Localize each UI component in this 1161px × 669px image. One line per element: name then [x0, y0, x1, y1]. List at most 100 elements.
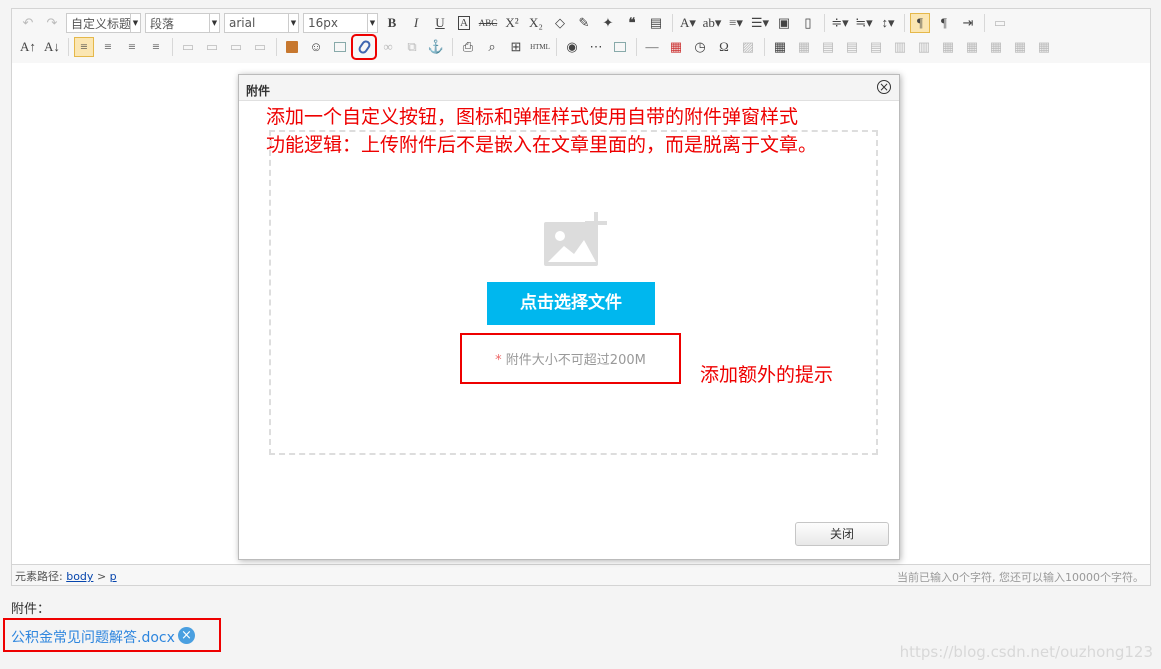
delete-table-icon[interactable]: ▦ [794, 37, 814, 57]
row-spacing-bottom-icon[interactable]: ≒▾ [854, 13, 874, 33]
align-right-icon[interactable]: ≡ [122, 37, 142, 57]
paragraph-format-select[interactable]: 段落 ▼ [145, 13, 220, 33]
attachment-file-link[interactable]: 公积金常见问题解答.docx [11, 627, 175, 647]
time-icon[interactable]: ◷ [690, 37, 710, 57]
media-icon[interactable] [330, 37, 350, 57]
split-cells-icon[interactable]: ▦ [1010, 37, 1030, 57]
blockquote-icon[interactable]: ❝ [622, 13, 642, 33]
font-size-up-icon[interactable]: A↑ [18, 37, 38, 57]
indent-icon[interactable]: ⇥ [958, 13, 978, 33]
size-tip-highlight: * 附件大小不可超过200M [460, 333, 681, 384]
size-tip: * 附件大小不可超过200M [462, 349, 679, 368]
delete-row-icon[interactable]: ▤ [866, 37, 886, 57]
underline-icon[interactable]: U [430, 13, 450, 33]
italic-icon[interactable]: I [406, 13, 426, 33]
editor-statusbar: 元素路径: body > p 当前已输入0个字符, 您还可以输入10000个字符… [12, 564, 1150, 585]
image-float-right-icon[interactable]: ▭ [226, 37, 246, 57]
auto-format-icon[interactable]: ✦ [598, 13, 618, 33]
split-rows-icon[interactable]: ▦ [1034, 37, 1054, 57]
superscript-icon[interactable]: X² [502, 13, 522, 33]
emoticon-icon[interactable]: ☺ [306, 37, 326, 57]
required-star: * [495, 353, 502, 368]
annotation-tip: 添加额外的提示 [700, 364, 834, 386]
insert-col-icon[interactable]: ▥ [890, 37, 910, 57]
close-icon[interactable]: × [877, 80, 891, 94]
clear-doc-icon[interactable]: ▯ [798, 13, 818, 33]
undo-icon[interactable]: ↶ [18, 13, 38, 33]
font-border-icon[interactable]: A [454, 13, 474, 33]
insert-table-icon[interactable]: ▦ [770, 37, 790, 57]
chevron-down-icon: ▼ [288, 14, 298, 32]
image-float-none-icon[interactable]: ▭ [178, 37, 198, 57]
print-icon[interactable]: ⎙ [458, 37, 478, 57]
redo-icon[interactable]: ↷ [42, 13, 62, 33]
font-family-select[interactable]: arial ▼ [224, 13, 299, 33]
select-all-icon[interactable]: ▣ [774, 13, 794, 33]
unlink-icon[interactable]: ⧉ [402, 37, 422, 57]
link-icon[interactable]: ∞ [378, 37, 398, 57]
path-p-link[interactable]: p [110, 570, 117, 583]
insert-row-before-icon[interactable]: ▤ [818, 37, 838, 57]
horizontal-rule-icon[interactable]: — [642, 37, 662, 57]
merge-right-icon[interactable]: ▦ [962, 37, 982, 57]
font-size-value: 16px [308, 16, 338, 30]
strikethrough-icon[interactable]: ABC [478, 13, 498, 33]
attachment-icon[interactable] [351, 34, 377, 60]
size-tip-text: 附件大小不可超过200M [505, 353, 646, 368]
insert-image-icon[interactable] [282, 37, 302, 57]
font-size-select[interactable]: 16px ▼ [303, 13, 378, 33]
toolbar-divider [172, 38, 173, 56]
element-path: 元素路径: body > p [15, 568, 117, 584]
eraser-icon[interactable]: ◇ [550, 13, 570, 33]
subscript-icon[interactable]: X₂ [526, 13, 546, 33]
line-height-icon[interactable]: ↕▾ [878, 13, 898, 33]
insert-frame-icon[interactable] [610, 37, 630, 57]
template-icon[interactable]: ▭ [990, 13, 1010, 33]
font-size-down-icon[interactable]: A↓ [42, 37, 62, 57]
watermark: https://blog.csdn.net/ouzhong123 [899, 643, 1153, 661]
merge-cells-icon[interactable]: ▦ [938, 37, 958, 57]
align-left-icon[interactable]: ≡ [74, 37, 94, 57]
anchor-icon[interactable]: ⚓ [426, 37, 446, 57]
paragraph-format-value: 段落 [150, 16, 175, 31]
path-body-link[interactable]: body [66, 570, 93, 583]
page-break-icon[interactable]: ⋯ [586, 37, 606, 57]
direction-rtl-icon[interactable]: ¶ [934, 13, 954, 33]
bold-icon[interactable]: B [382, 13, 402, 33]
ordered-list-icon[interactable]: ≡▾ [726, 13, 746, 33]
insert-row-icon[interactable]: ▤ [842, 37, 862, 57]
char-count: 当前已输入0个字符, 您还可以输入10000个字符。 [897, 571, 1144, 584]
align-justify-icon[interactable]: ≡ [146, 37, 166, 57]
search-replace-icon[interactable]: ⊞ [506, 37, 526, 57]
attachments-label: 附件： [11, 602, 51, 617]
row-spacing-top-icon[interactable]: ≑▾ [830, 13, 850, 33]
paragraph-style-select[interactable]: 自定义标题 ▼ [66, 13, 141, 33]
insert-map-icon[interactable]: ◉ [562, 37, 582, 57]
image-center-icon[interactable]: ▭ [250, 37, 270, 57]
format-painter-icon[interactable]: ✎ [574, 13, 594, 33]
toolbar-divider [556, 38, 557, 56]
chevron-down-icon: ▼ [209, 14, 219, 32]
align-center-icon[interactable]: ≡ [98, 37, 118, 57]
close-button[interactable]: 关闭 [795, 522, 889, 546]
scrawl-icon[interactable]: ▨ [738, 37, 758, 57]
remove-attachment-icon[interactable]: × [178, 627, 195, 644]
merge-down-icon[interactable]: ▦ [986, 37, 1006, 57]
html-source-icon[interactable]: HTML [530, 37, 550, 57]
delete-col-icon[interactable]: ▥ [914, 37, 934, 57]
direction-ltr-icon[interactable]: ¶ [910, 13, 930, 33]
font-family-value: arial [229, 16, 256, 30]
unordered-list-icon[interactable]: ☰▾ [750, 13, 770, 33]
element-path-label: 元素路径: [15, 570, 63, 583]
preview-icon[interactable]: ⌕ [482, 37, 502, 57]
special-chars-icon[interactable]: Ω [714, 37, 734, 57]
image-float-left-icon[interactable]: ▭ [202, 37, 222, 57]
highlight-color-icon[interactable]: ab▾ [702, 13, 722, 33]
select-file-button[interactable]: 点击选择文件 [487, 282, 655, 325]
font-color-icon[interactable]: A▾ [678, 13, 698, 33]
paste-plain-icon[interactable]: ▤ [646, 13, 666, 33]
image-placeholder-icon [544, 212, 607, 266]
dialog-titlebar: 附件 × [239, 75, 899, 101]
date-icon[interactable]: ▦ [666, 37, 686, 57]
toolbar-divider [824, 14, 825, 32]
